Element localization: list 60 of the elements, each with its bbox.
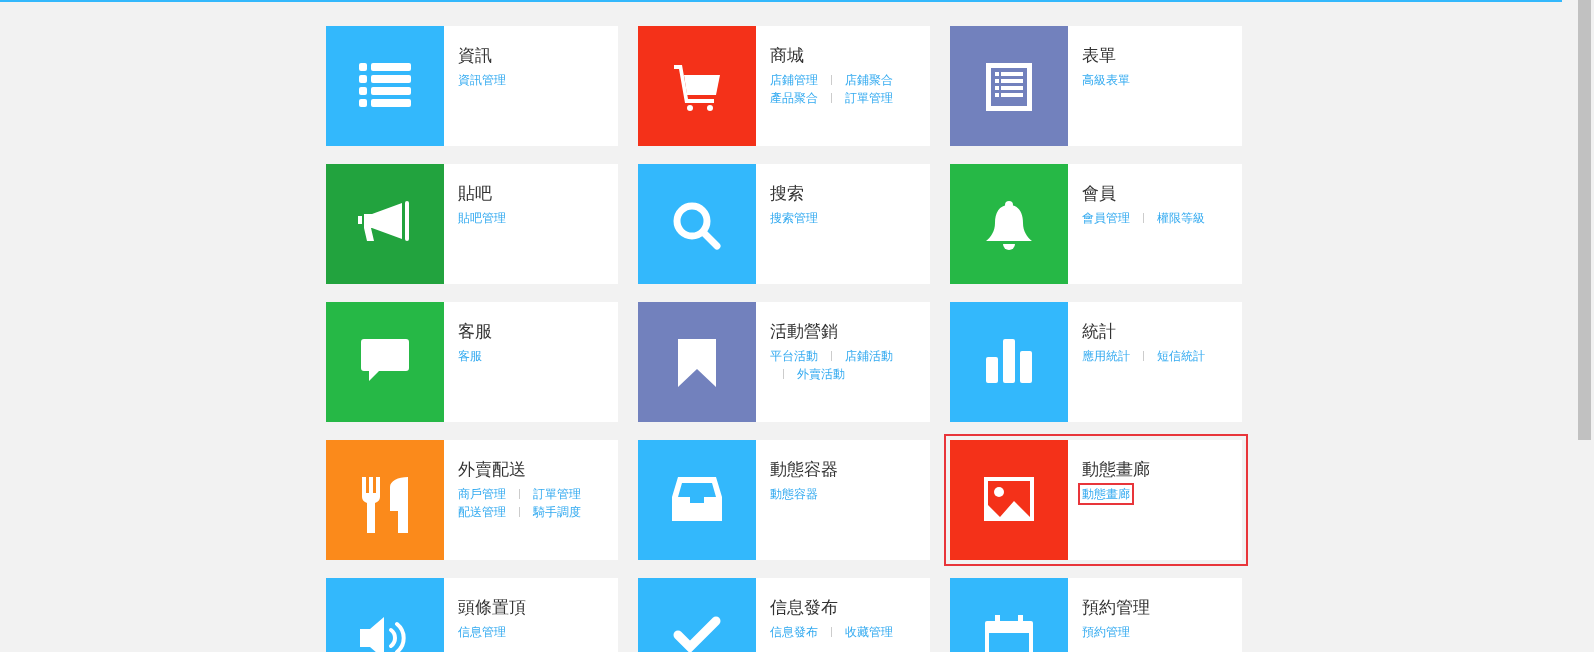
bookmark-icon: [678, 339, 716, 387]
module-link[interactable]: 會員管理: [1078, 207, 1134, 229]
bell-icon: [986, 201, 1032, 251]
icon-tile[interactable]: [950, 302, 1068, 422]
module-title: 統計: [1082, 320, 1117, 342]
icon-tile[interactable]: [326, 440, 444, 560]
module-link[interactable]: 信息發布: [766, 621, 822, 643]
icon-tile[interactable]: [638, 440, 756, 560]
module-link[interactable]: 短信統計: [1153, 345, 1209, 367]
module-title: 貼吧: [458, 182, 493, 204]
module-link[interactable]: 資訊管理: [454, 69, 510, 91]
module-title: 客服: [458, 320, 493, 342]
module-title: 商城: [770, 44, 805, 66]
module-link[interactable]: 權限等級: [1153, 207, 1209, 229]
cutlery-icon: [362, 477, 408, 533]
module-link[interactable]: 高級表單: [1078, 69, 1134, 91]
search-icon: [672, 201, 722, 251]
module-title: 頭條置頂: [458, 596, 527, 618]
megaphone-icon: [358, 201, 412, 241]
form-icon: [986, 63, 1032, 111]
module-title: 預約管理: [1082, 596, 1151, 618]
icon-tile[interactable]: [638, 164, 756, 284]
module-title: 動態容器: [770, 458, 839, 480]
module-title: 表單: [1082, 44, 1117, 66]
icon-tile[interactable]: [950, 578, 1068, 652]
module-link[interactable]: 預約管理: [1078, 621, 1134, 643]
module-link[interactable]: 動態容器: [766, 483, 822, 505]
module-title: 外賣配送: [458, 458, 527, 480]
module-link[interactable]: 收藏管理: [841, 621, 897, 643]
module-link[interactable]: 搜索管理: [766, 207, 822, 229]
tray-icon: [672, 477, 722, 521]
list-icon: [359, 63, 411, 109]
module-title: 搜索: [770, 182, 805, 204]
check-icon: [672, 615, 722, 652]
module-link[interactable]: 信息管理: [454, 621, 510, 643]
icon-tile[interactable]: [326, 578, 444, 652]
module-link[interactable]: 動態畫廊: [1078, 483, 1134, 505]
icon-tile[interactable]: [950, 26, 1068, 146]
icon-tile[interactable]: [950, 440, 1068, 560]
module-link[interactable]: 貼吧管理: [454, 207, 510, 229]
module-title: 信息發布: [770, 596, 839, 618]
icon-tile[interactable]: [638, 26, 756, 146]
calendar-icon: [985, 615, 1033, 652]
icon-tile[interactable]: [638, 302, 756, 422]
module-link[interactable]: 客服: [454, 345, 486, 367]
icon-tile[interactable]: [638, 578, 756, 652]
icon-tile[interactable]: [326, 164, 444, 284]
bar-chart-icon: [986, 339, 1032, 383]
chat-icon: [361, 339, 409, 381]
module-title: 會員: [1082, 182, 1117, 204]
image-icon: [984, 477, 1034, 521]
icon-tile[interactable]: [950, 164, 1068, 284]
module-title: 活動營銷: [770, 320, 839, 342]
module-title: 動態畫廊: [1082, 458, 1151, 480]
icon-tile[interactable]: [326, 26, 444, 146]
scrollbar-thumb[interactable]: [1578, 0, 1591, 440]
module-link[interactable]: 應用統計: [1078, 345, 1134, 367]
module-title: 資訊: [458, 44, 493, 66]
icon-tile[interactable]: [326, 302, 444, 422]
cart-icon: [672, 63, 722, 113]
